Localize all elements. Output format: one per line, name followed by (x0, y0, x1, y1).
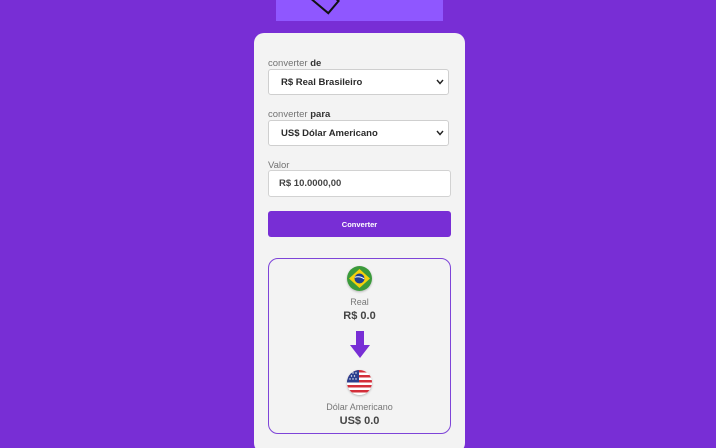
to-currency-name: Dólar Americano (326, 402, 393, 412)
from-currency-amount: R$ 0.0 (343, 310, 376, 322)
convert-button[interactable]: Converter (268, 211, 451, 237)
usa-flag-icon (347, 370, 372, 395)
to-label-bold: para (310, 109, 331, 120)
amount-input[interactable]: R$ 10.0000,00 (268, 170, 451, 197)
from-currency-select[interactable]: R$ Real Brasileiro (268, 69, 449, 95)
from-currency-value: R$ Real Brasileiro (281, 76, 363, 88)
from-label-prefix: converter (268, 58, 311, 69)
to-label: converter para (268, 109, 330, 120)
from-currency-name: Real (350, 297, 369, 307)
to-currency-amount: US$ 0.0 (339, 415, 380, 427)
page: converter de R$ Real Brasileiro converte… (0, 0, 716, 448)
to-label-prefix: converter (268, 109, 311, 120)
from-label-bold: de (310, 58, 322, 69)
tag-icon (310, 0, 340, 15)
chevron-down-icon (436, 79, 444, 85)
brazil-flag-icon (347, 266, 372, 291)
chevron-down-icon (436, 130, 444, 136)
arrow-down-icon (350, 331, 370, 358)
to-currency-select[interactable]: US$ Dólar Americano (268, 120, 449, 146)
result-panel: Real R$ 0.0 Dólar Americano US$ 0.0 (268, 258, 451, 434)
from-label: converter de (268, 58, 321, 69)
top-banner (276, 0, 443, 21)
converter-card: converter de R$ Real Brasileiro converte… (254, 33, 465, 448)
to-currency-value: US$ Dólar Americano (281, 127, 378, 139)
